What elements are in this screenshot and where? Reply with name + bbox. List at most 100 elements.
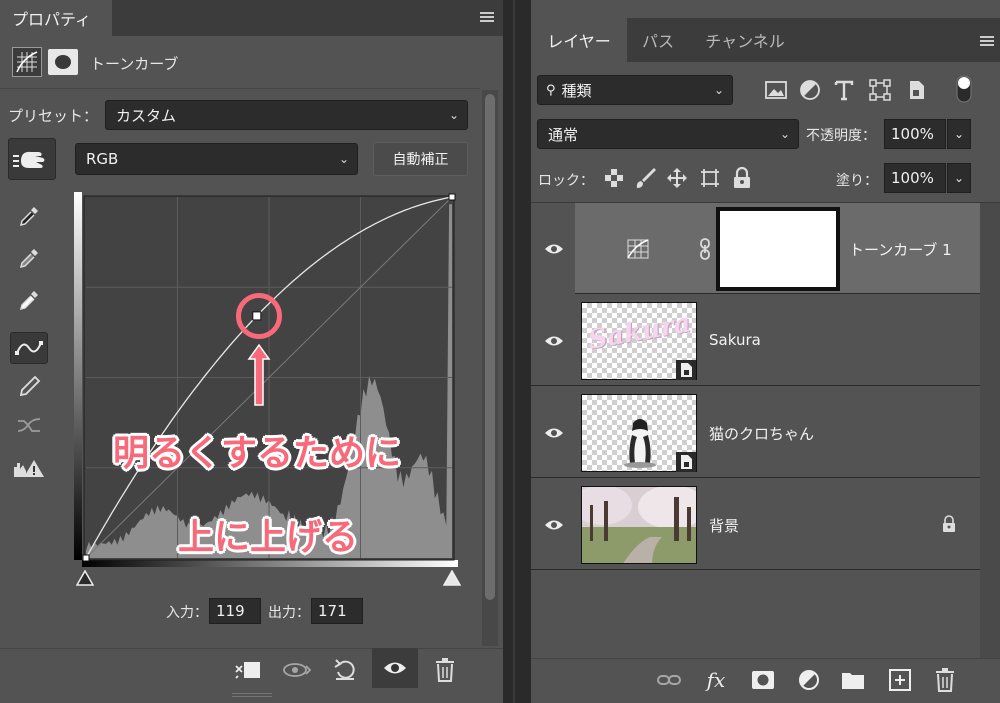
fill-input[interactable]: 100% xyxy=(884,163,946,193)
mask-link-icon[interactable] xyxy=(698,237,712,261)
preset-dropdown[interactable]: カスタム ⌄ xyxy=(105,100,468,130)
layer-mask-icon[interactable] xyxy=(48,49,78,75)
delete-layer-icon[interactable] xyxy=(932,667,958,693)
blend-mode-value: 通常 xyxy=(548,125,579,144)
preset-value: カスタム xyxy=(116,106,177,125)
visibility-eye-icon[interactable] xyxy=(543,330,565,352)
chevron-down-icon: ⌄ xyxy=(448,108,459,122)
tab-properties[interactable]: プロパティ xyxy=(0,0,112,36)
new-group-folder-icon[interactable] xyxy=(840,667,866,693)
new-layer-icon[interactable] xyxy=(887,667,913,693)
layer-filter-dropdown[interactable]: ⚲ 種類 ⌄ xyxy=(537,75,733,105)
layer-thumbnail[interactable] xyxy=(581,486,697,564)
input-field[interactable]: 119 xyxy=(209,598,261,624)
filter-smart-object-icon[interactable] xyxy=(904,78,928,102)
chevron-down-icon: ⌄ xyxy=(713,83,724,97)
layer-name: 背景 xyxy=(709,517,740,535)
add-mask-icon[interactable] xyxy=(750,667,776,693)
blend-mode-dropdown[interactable]: 通常 ⌄ xyxy=(537,119,799,149)
reset-icon[interactable] xyxy=(330,656,360,684)
visibility-toggle-icon[interactable] xyxy=(372,648,418,688)
sakura-text-thumb: Sakura xyxy=(586,308,693,356)
view-previous-state-icon[interactable] xyxy=(280,656,314,684)
divider xyxy=(0,88,480,89)
new-adjustment-layer-icon[interactable] xyxy=(796,667,822,693)
lock-image-pixels-icon[interactable] xyxy=(634,166,658,190)
layer-row-background[interactable]: 背景 xyxy=(531,479,980,570)
tab-channels[interactable]: チャンネル xyxy=(690,18,800,62)
fill-label: 塗り： xyxy=(836,173,878,189)
opacity-input[interactable]: 100% xyxy=(884,119,946,149)
visibility-eye-icon[interactable] xyxy=(543,238,565,260)
resize-grip[interactable] xyxy=(232,693,272,697)
layer-mask-thumbnail[interactable] xyxy=(716,207,840,291)
visibility-eye-icon[interactable] xyxy=(543,514,565,536)
white-point-slider[interactable] xyxy=(442,569,462,588)
targeted-adjustment-icon[interactable] xyxy=(8,138,56,180)
smart-object-badge-icon xyxy=(676,452,696,472)
curve-endpoint-white xyxy=(448,193,456,201)
tab-paths[interactable]: パス xyxy=(628,18,688,62)
input-label: 入力： xyxy=(166,605,208,621)
clip-to-layer-icon[interactable] xyxy=(232,656,266,684)
layer-name: 猫のクロちゃん xyxy=(709,425,815,443)
chevron-down-icon: ⌄ xyxy=(779,127,790,141)
output-gradient-bar xyxy=(74,192,82,560)
input-gradient-bar xyxy=(82,560,458,567)
lock-artboard-icon[interactable] xyxy=(698,166,722,190)
adjustment-title: トーンカーブ xyxy=(90,55,179,73)
annotation-line-1: 明るくするために xyxy=(113,433,402,474)
search-icon: ⚲ xyxy=(546,82,556,98)
filter-shape-icon[interactable] xyxy=(868,78,892,102)
chevron-down-icon: ⌄ xyxy=(338,152,349,166)
black-point-eyedropper-icon[interactable] xyxy=(10,200,48,232)
tab-layers[interactable]: レイヤー xyxy=(531,18,627,62)
lock-label: ロック： xyxy=(538,173,594,189)
link-layers-icon[interactable] xyxy=(656,667,682,693)
curves-adjustment-icon xyxy=(12,47,42,77)
layer-filter-value: 種類 xyxy=(561,81,592,100)
fill-dropdown-button[interactable]: ⌄ xyxy=(947,163,971,193)
filter-pixel-icon[interactable] xyxy=(764,78,788,102)
filter-toggle-icon[interactable] xyxy=(954,74,974,104)
white-point-eyedropper-icon[interactable] xyxy=(10,284,48,316)
output-field[interactable]: 171 xyxy=(311,598,363,624)
delete-icon[interactable] xyxy=(432,656,458,684)
annotation-line-2: 上に上げる xyxy=(178,517,359,558)
panel-divider xyxy=(503,0,531,703)
lock-all-icon[interactable] xyxy=(731,166,753,190)
layer-lock-icon[interactable] xyxy=(941,515,957,533)
annotation-arrow xyxy=(247,343,271,407)
layers-scrollbar[interactable] xyxy=(980,203,1000,658)
lock-transparent-pixels-icon[interactable] xyxy=(604,168,624,188)
channel-dropdown[interactable]: RGB ⌄ xyxy=(75,143,358,175)
layer-row-sakura[interactable]: Sakura Sakura xyxy=(531,295,980,386)
smooth-curve-icon[interactable] xyxy=(10,410,48,442)
curve-endpoint-black xyxy=(82,554,90,562)
panel-menu-icon[interactable] xyxy=(478,9,496,23)
output-label: 出力： xyxy=(268,605,310,621)
lock-position-icon[interactable] xyxy=(665,166,689,190)
auto-button[interactable]: 自動補正 xyxy=(373,142,468,176)
preset-label: プリセット： xyxy=(8,107,99,125)
gray-point-eyedropper-icon[interactable] xyxy=(10,242,48,274)
opacity-dropdown-button[interactable]: ⌄ xyxy=(947,119,971,149)
layer-name: Sakura xyxy=(709,331,761,349)
layer-name: トーンカーブ 1 xyxy=(849,241,952,259)
background-thumbnail xyxy=(582,487,696,563)
layer-style-fx-icon[interactable]: fx xyxy=(703,667,729,693)
scrollbar-thumb[interactable] xyxy=(485,94,495,600)
visibility-eye-icon[interactable] xyxy=(543,422,565,444)
layer-row-cat[interactable]: 猫のクロちゃん xyxy=(531,387,980,478)
clipping-warning-icon[interactable] xyxy=(10,452,48,484)
curve-point-tool-icon[interactable] xyxy=(10,332,48,364)
pencil-icon[interactable] xyxy=(10,370,48,402)
black-point-slider[interactable] xyxy=(75,569,95,588)
smart-object-badge-icon xyxy=(676,360,696,380)
filter-type-icon[interactable] xyxy=(832,78,856,102)
properties-scrollbar[interactable] xyxy=(482,90,498,646)
panel-divider-line xyxy=(513,0,515,703)
layer-row-curves[interactable]: トーンカーブ 1 xyxy=(531,203,980,294)
filter-adjustment-icon[interactable] xyxy=(798,78,822,102)
layers-menu-icon[interactable] xyxy=(978,33,996,47)
